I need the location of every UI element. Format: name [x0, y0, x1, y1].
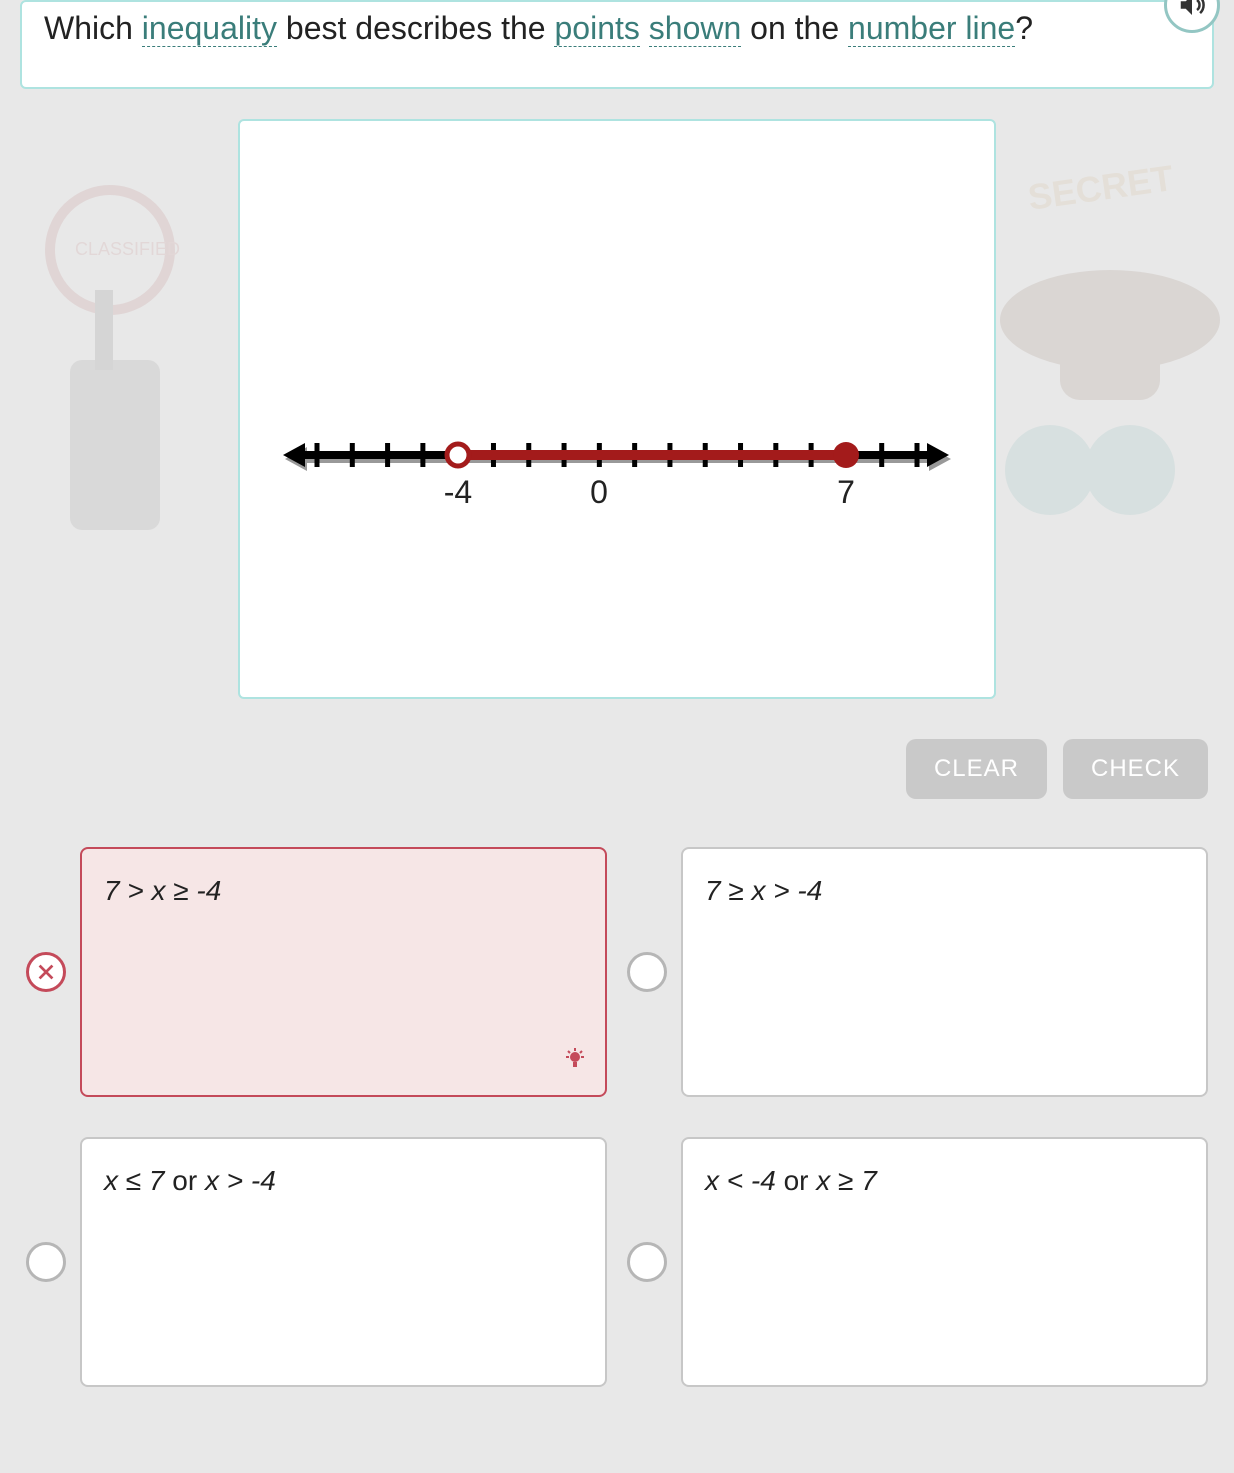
option-a-text: 7 > x ≥ -4 — [104, 875, 221, 906]
glossary-number-line[interactable]: number line — [848, 10, 1015, 47]
option-b-text: 7 ≥ x > -4 — [705, 875, 822, 906]
diagram-panel: -4 0 7 — [238, 119, 996, 699]
check-button[interactable]: CHECK — [1063, 739, 1208, 799]
option-c-radio[interactable] — [26, 1242, 66, 1282]
option-b-card[interactable]: 7 ≥ x > -4 — [681, 847, 1208, 1097]
q-mid2: on the — [741, 10, 848, 46]
question-text: Which inequality best describes the poin… — [44, 10, 1033, 47]
q-prefix: Which — [44, 10, 142, 46]
glossary-points[interactable]: points — [554, 10, 639, 47]
option-c: x ≤ 7 or x > -4 — [26, 1137, 607, 1387]
option-a-card[interactable]: 7 > x ≥ -4 — [80, 847, 607, 1097]
question-box: Which inequality best describes the poin… — [20, 0, 1214, 89]
option-a: 7 > x ≥ -4 — [26, 847, 607, 1097]
tick-label-neg4: -4 — [444, 474, 472, 510]
x-icon — [35, 961, 57, 983]
option-c-card[interactable]: x ≤ 7 or x > -4 — [80, 1137, 607, 1387]
svg-text:SECRET: SECRET — [1025, 157, 1175, 218]
answer-options: 7 > x ≥ -4 7 ≥ x > -4 x ≤ 7 or x > -4 x … — [26, 847, 1208, 1387]
speaker-icon — [1177, 0, 1207, 20]
hint-icon[interactable] — [563, 1047, 587, 1077]
q-suffix: ? — [1015, 10, 1033, 46]
q-mid1: best describes the — [277, 10, 554, 46]
clear-button[interactable]: CLEAR — [906, 739, 1047, 799]
number-line: -4 0 7 — [277, 425, 957, 550]
option-a-radio[interactable] — [26, 952, 66, 992]
tick-label-0: 0 — [590, 474, 608, 510]
q-sp1 — [640, 10, 649, 46]
option-d-text: x < -4 or x ≥ 7 — [705, 1165, 877, 1196]
option-d: x < -4 or x ≥ 7 — [627, 1137, 1208, 1387]
option-c-text: x ≤ 7 or x > -4 — [104, 1165, 276, 1196]
tick-label-7: 7 — [837, 474, 855, 510]
option-b: 7 ≥ x > -4 — [627, 847, 1208, 1097]
option-d-card[interactable]: x < -4 or x ≥ 7 — [681, 1137, 1208, 1387]
svg-text:CLASSIFIED: CLASSIFIED — [75, 239, 180, 259]
glossary-shown[interactable]: shown — [649, 10, 742, 47]
glossary-inequality[interactable]: inequality — [142, 10, 277, 47]
option-b-radio[interactable] — [627, 952, 667, 992]
action-buttons: CLEAR CHECK — [0, 739, 1208, 799]
option-d-radio[interactable] — [627, 1242, 667, 1282]
read-aloud-button[interactable] — [1164, 0, 1220, 33]
